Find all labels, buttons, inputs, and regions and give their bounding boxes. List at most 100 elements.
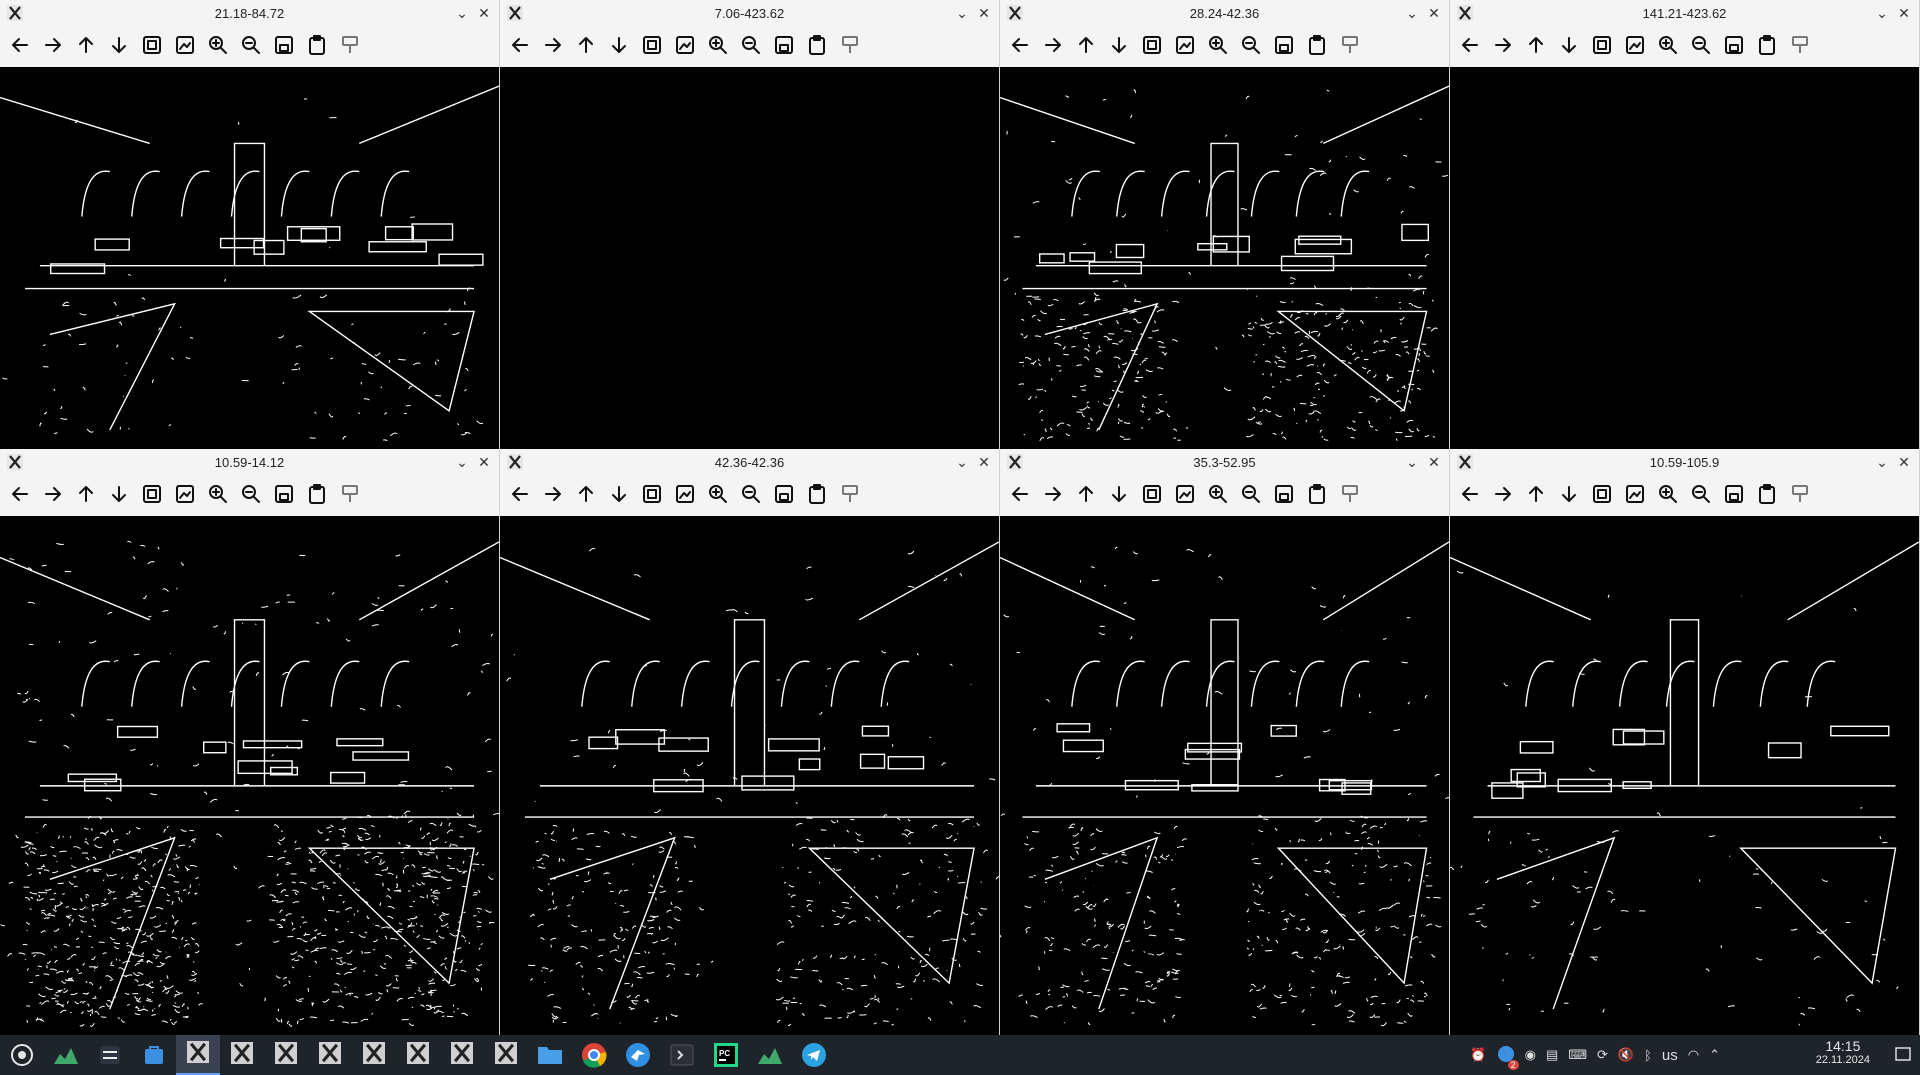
clipboard-tray-icon[interactable]: ▤ bbox=[1546, 1047, 1558, 1063]
notifications-icon[interactable]: 2 bbox=[1497, 1045, 1519, 1070]
toolbar-arrow-left-button[interactable] bbox=[1006, 483, 1033, 510]
toolbar-clipboard-button[interactable] bbox=[1753, 34, 1780, 61]
sync-icon[interactable]: ⟳ bbox=[1597, 1047, 1608, 1063]
toolbar-arrow-left-button[interactable] bbox=[6, 34, 33, 61]
toolbar-image-fit-button[interactable] bbox=[1138, 34, 1165, 61]
taskbar-x11-window-3[interactable] bbox=[264, 1035, 308, 1075]
toolbar-brush-button[interactable] bbox=[336, 34, 363, 61]
show-desktop-icon[interactable] bbox=[1894, 1045, 1912, 1063]
image-window-3[interactable]: 28.24-42.36 ⌄ ✕ bbox=[1000, 0, 1450, 449]
toolbar-clipboard-button[interactable] bbox=[803, 483, 830, 510]
terminal-icon[interactable] bbox=[660, 1035, 704, 1075]
toolbar-arrow-right-button[interactable] bbox=[1489, 34, 1516, 61]
toolbar-arrow-right-button[interactable] bbox=[1039, 483, 1066, 510]
toolbar-clipboard-button[interactable] bbox=[803, 34, 830, 61]
toolbar-image-settings-button[interactable] bbox=[1171, 483, 1198, 510]
taskbar-x11-window-7[interactable] bbox=[440, 1035, 484, 1075]
edge-image-canvas[interactable] bbox=[0, 67, 499, 449]
window-titlebar[interactable]: 10.59-14.12 ⌄ ✕ bbox=[0, 449, 499, 475]
toolbar-arrow-down-button[interactable] bbox=[605, 34, 632, 61]
files-icon[interactable] bbox=[528, 1035, 572, 1075]
toolbar-arrow-right-button[interactable] bbox=[539, 483, 566, 510]
toolbar-arrow-down-button[interactable] bbox=[1105, 483, 1132, 510]
toolbar-save-button[interactable] bbox=[1720, 34, 1747, 61]
telegram-icon[interactable] bbox=[792, 1035, 836, 1075]
window-titlebar[interactable]: 28.24-42.36 ⌄ ✕ bbox=[1000, 0, 1449, 26]
pycharm-icon[interactable]: PC bbox=[704, 1035, 748, 1075]
toolbar-brush-button[interactable] bbox=[1336, 34, 1363, 61]
toolbar-save-button[interactable] bbox=[770, 483, 797, 510]
toolbar-save-button[interactable] bbox=[270, 34, 297, 61]
toolbar-zoom-out-button[interactable] bbox=[1237, 34, 1264, 61]
toolbar-image-settings-button[interactable] bbox=[671, 483, 698, 510]
toolbar-arrow-up-button[interactable] bbox=[1522, 483, 1549, 510]
edge-image-canvas[interactable] bbox=[1000, 67, 1449, 449]
toolbar-brush-button[interactable] bbox=[1786, 483, 1813, 510]
toolbar-save-button[interactable] bbox=[270, 483, 297, 510]
close-icon[interactable]: ✕ bbox=[1895, 453, 1913, 471]
toolbar-arrow-left-button[interactable] bbox=[506, 34, 533, 61]
toolbar-brush-button[interactable] bbox=[1786, 34, 1813, 61]
toolbar-zoom-out-button[interactable] bbox=[237, 34, 264, 61]
toolbar-arrow-down-button[interactable] bbox=[1555, 34, 1582, 61]
toolbar-zoom-out-button[interactable] bbox=[1237, 483, 1264, 510]
taskbar-x11-window-5[interactable] bbox=[352, 1035, 396, 1075]
image-window-2[interactable]: 7.06-423.62 ⌄ ✕ bbox=[500, 0, 1000, 449]
toolbar-save-button[interactable] bbox=[1270, 34, 1297, 61]
wifi-icon[interactable]: ◠ bbox=[1688, 1047, 1699, 1063]
toolbar-clipboard-button[interactable] bbox=[303, 483, 330, 510]
chevron-down-icon[interactable]: ⌄ bbox=[953, 4, 971, 22]
toolbar-arrow-left-button[interactable] bbox=[1456, 34, 1483, 61]
close-icon[interactable]: ✕ bbox=[1425, 453, 1443, 471]
edge-image-canvas[interactable] bbox=[500, 516, 999, 1035]
toolbar-image-fit-button[interactable] bbox=[638, 483, 665, 510]
toolbar-image-settings-button[interactable] bbox=[1621, 483, 1648, 510]
toolbar-brush-button[interactable] bbox=[836, 483, 863, 510]
toolbar-zoom-in-button[interactable] bbox=[1204, 34, 1231, 61]
bluetooth-icon[interactable]: ᛒ bbox=[1644, 1048, 1652, 1063]
toolbar-arrow-up-button[interactable] bbox=[572, 34, 599, 61]
toolbar-arrow-right-button[interactable] bbox=[1039, 34, 1066, 61]
toolbar-arrow-left-button[interactable] bbox=[6, 483, 33, 510]
store-icon[interactable] bbox=[132, 1035, 176, 1075]
toolbar-image-fit-button[interactable] bbox=[1588, 34, 1615, 61]
toolbar-save-button[interactable] bbox=[770, 34, 797, 61]
system-monitor-2-icon[interactable] bbox=[748, 1035, 792, 1075]
toolbar-image-fit-button[interactable] bbox=[1138, 483, 1165, 510]
image-window-7[interactable]: 35.3-52.95 ⌄ ✕ bbox=[1000, 449, 1450, 1035]
bird-app-icon[interactable] bbox=[616, 1035, 660, 1075]
toolbar-zoom-in-button[interactable] bbox=[1204, 483, 1231, 510]
toolbar-zoom-out-button[interactable] bbox=[737, 34, 764, 61]
toolbar-zoom-in-button[interactable] bbox=[204, 483, 231, 510]
toolbar-arrow-up-button[interactable] bbox=[72, 34, 99, 61]
window-titlebar[interactable]: 42.36-42.36 ⌄ ✕ bbox=[500, 449, 999, 475]
toolbar-zoom-in-button[interactable] bbox=[1654, 483, 1681, 510]
toolbar-clipboard-button[interactable] bbox=[1303, 34, 1330, 61]
image-window-4[interactable]: 141.21-423.62 ⌄ ✕ bbox=[1450, 0, 1920, 449]
close-icon[interactable]: ✕ bbox=[975, 453, 993, 471]
toolbar-arrow-down-button[interactable] bbox=[1105, 34, 1132, 61]
toolbar-arrow-up-button[interactable] bbox=[1072, 483, 1099, 510]
alarm-icon[interactable]: ⏰ bbox=[1470, 1047, 1486, 1063]
toolbar-arrow-left-button[interactable] bbox=[1456, 483, 1483, 510]
toolbar-image-settings-button[interactable] bbox=[671, 34, 698, 61]
toolbar-brush-button[interactable] bbox=[836, 34, 863, 61]
close-icon[interactable]: ✕ bbox=[475, 453, 493, 471]
close-icon[interactable]: ✕ bbox=[475, 4, 493, 22]
chevron-down-icon[interactable]: ⌄ bbox=[453, 4, 471, 22]
toolbar-zoom-out-button[interactable] bbox=[1687, 34, 1714, 61]
chevron-down-icon[interactable]: ⌄ bbox=[953, 453, 971, 471]
toolbar-save-button[interactable] bbox=[1720, 483, 1747, 510]
toolbar-arrow-right-button[interactable] bbox=[39, 34, 66, 61]
chevron-down-icon[interactable]: ⌄ bbox=[1403, 4, 1421, 22]
toolbar-arrow-up-button[interactable] bbox=[72, 483, 99, 510]
chevron-up-icon[interactable]: ⌃ bbox=[1709, 1047, 1720, 1063]
toolbar-zoom-out-button[interactable] bbox=[737, 483, 764, 510]
toolbar-image-fit-button[interactable] bbox=[638, 34, 665, 61]
toolbar-arrow-right-button[interactable] bbox=[1489, 483, 1516, 510]
settings-sliders-icon[interactable] bbox=[88, 1035, 132, 1075]
close-icon[interactable]: ✕ bbox=[1425, 4, 1443, 22]
edge-image-canvas[interactable] bbox=[1450, 516, 1919, 1035]
taskbar-x11-window-1[interactable] bbox=[176, 1035, 220, 1075]
toolbar-arrow-right-button[interactable] bbox=[39, 483, 66, 510]
